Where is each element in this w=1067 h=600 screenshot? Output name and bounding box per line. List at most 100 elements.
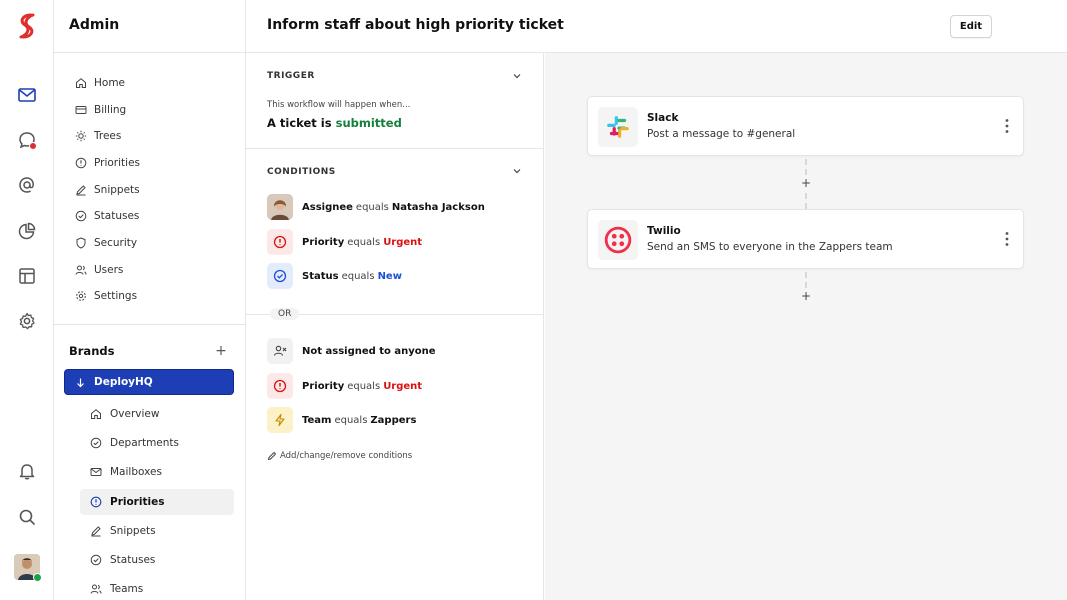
icon-rail <box>0 0 54 600</box>
brand-item-label: Overview <box>110 408 160 420</box>
chevron-down-icon[interactable] <box>512 166 522 176</box>
check-circle-icon <box>267 263 293 289</box>
condition-field: Assignee <box>302 201 353 213</box>
brand-item-label: Statuses <box>110 554 156 566</box>
alert-circle-icon <box>267 229 293 255</box>
brand-item-snippets[interactable]: Snippets <box>80 518 234 544</box>
condition-team[interactable]: Team equals Zappers <box>267 407 416 433</box>
sidebar-item-label: Security <box>94 237 138 249</box>
search-icon[interactable] <box>17 507 37 527</box>
condition-value: Urgent <box>383 236 423 248</box>
sidebar-item-security[interactable]: Security <box>75 234 137 252</box>
add-step-button[interactable]: + <box>798 175 814 191</box>
section-divider <box>246 148 543 149</box>
sidebar-item-snippets[interactable]: Snippets <box>75 181 140 199</box>
admin-sidebar: Admin Home Billing Trees Priorities Snip… <box>54 0 246 600</box>
brand-selector-deployhq[interactable]: DeployHQ <box>64 369 234 395</box>
flow-connector <box>805 193 807 209</box>
bell-icon[interactable] <box>17 461 37 481</box>
chevron-down-icon[interactable] <box>512 71 522 81</box>
brand-item-statuses[interactable]: Statuses <box>80 547 234 573</box>
sidebar-item-label: Statuses <box>94 210 140 222</box>
brand-item-teams[interactable]: Teams <box>80 576 234 600</box>
alert-circle-icon <box>75 157 87 169</box>
notification-dot <box>29 142 37 150</box>
users-icon <box>75 265 87 275</box>
condition-priority[interactable]: Priority equals Urgent <box>267 229 422 255</box>
sidebar-divider <box>54 324 245 325</box>
trigger-event: submitted <box>335 116 402 130</box>
brand-item-overview[interactable]: Overview <box>80 401 234 427</box>
trigger-section-title: TRIGGER <box>267 71 315 81</box>
sidebar-item-label: Priorities <box>94 157 141 169</box>
arrow-down-icon <box>77 378 84 387</box>
more-vertical-icon[interactable] <box>1000 230 1014 248</box>
action-card-twilio[interactable]: Twilio Send an SMS to everyone in the Za… <box>587 209 1024 269</box>
sidebar-item-priorities[interactable]: Priorities <box>75 154 140 172</box>
condition-assignee[interactable]: Assignee equals Natasha Jackson <box>267 194 485 220</box>
chat-bubble-icon[interactable] <box>17 130 37 150</box>
alert-circle-icon <box>90 496 102 508</box>
plus-icon: + <box>800 176 812 190</box>
action-name: Twilio <box>647 225 681 237</box>
app-logo-icon[interactable] <box>15 13 39 39</box>
sidebar-item-billing[interactable]: Billing <box>75 101 126 119</box>
sidebar-item-label: Home <box>94 77 126 89</box>
condition-operator: equals <box>341 270 375 282</box>
pencil-icon <box>267 451 277 461</box>
sidebar-item-label: Settings <box>94 290 138 302</box>
brand-item-label: Departments <box>110 437 180 449</box>
gear-icon[interactable] <box>17 311 37 331</box>
alert-circle-icon <box>267 373 293 399</box>
condition-unassigned[interactable]: Not assigned to anyone <box>267 338 436 364</box>
trigger-subtitle: This workflow will happen when... <box>267 100 411 110</box>
sidebar-item-label: Trees <box>94 130 122 142</box>
condition-value: Urgent <box>383 380 423 392</box>
sidebar-item-settings[interactable]: Settings <box>75 287 137 305</box>
users-icon <box>90 584 102 594</box>
assignee-avatar <box>267 194 293 220</box>
condition-field: Team <box>302 414 332 426</box>
credit-card-icon <box>75 106 87 114</box>
user-x-icon <box>267 338 293 364</box>
sidebar-item-users[interactable]: Users <box>75 261 123 279</box>
sidebar-item-trees[interactable]: Trees <box>75 127 121 145</box>
online-status-dot <box>33 573 42 582</box>
add-brand-button[interactable]: + <box>214 344 228 358</box>
inbox-mail-icon[interactable] <box>17 85 37 105</box>
condition-status[interactable]: Status equals New <box>267 263 402 289</box>
pie-chart-icon[interactable] <box>17 221 37 241</box>
flow-connector <box>805 272 807 288</box>
condition-priority[interactable]: Priority equals Urgent <box>267 373 422 399</box>
conditions-section-title: CONDITIONS <box>267 167 336 177</box>
action-name: Slack <box>647 112 679 124</box>
condition-value: New <box>377 270 402 282</box>
add-change-conditions-link[interactable]: Add/change/remove conditions <box>267 451 412 461</box>
edit-button[interactable]: Edit <box>950 15 992 38</box>
add-step-button[interactable]: + <box>798 288 814 304</box>
brand-item-mailboxes[interactable]: Mailboxes <box>80 459 234 485</box>
condition-operator: equals <box>347 380 381 392</box>
check-circle-icon <box>75 210 87 222</box>
action-card-slack[interactable]: Slack Post a message to #general <box>587 96 1024 156</box>
gear-icon <box>76 291 86 301</box>
sidebar-title: Admin <box>54 0 245 53</box>
condition-field: Not assigned to anyone <box>302 345 436 357</box>
brand-item-departments[interactable]: Departments <box>80 430 234 456</box>
layout-icon[interactable] <box>17 266 37 286</box>
or-label: OR <box>270 308 300 320</box>
home-icon <box>91 409 101 419</box>
mail-icon <box>90 468 102 476</box>
brand-item-priorities[interactable]: Priorities <box>80 489 234 515</box>
plus-icon: + <box>800 289 812 303</box>
at-sign-icon[interactable] <box>17 175 37 195</box>
check-circle-icon <box>90 437 102 449</box>
trigger-prefix: A ticket is <box>267 116 332 130</box>
sidebar-item-home[interactable]: Home <box>75 74 125 92</box>
more-vertical-icon[interactable] <box>1000 117 1014 135</box>
page-title: Inform staff about high priority ticket <box>267 17 564 33</box>
sidebar-item-statuses[interactable]: Statuses <box>75 207 139 225</box>
lightning-icon <box>267 407 293 433</box>
flow-connector <box>805 159 807 175</box>
sidebar-item-label: Users <box>94 264 124 276</box>
